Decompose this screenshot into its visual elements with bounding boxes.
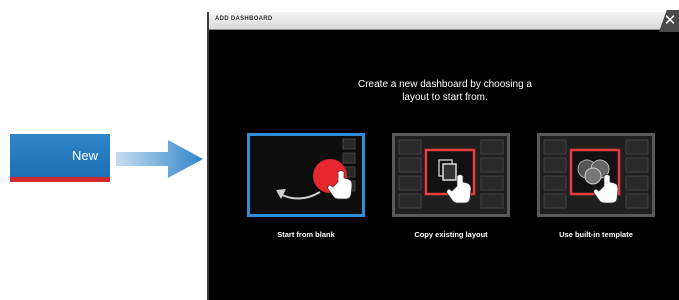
- new-button[interactable]: New: [10, 134, 110, 182]
- dialog-prompt: Create a new dashboard by choosing a lay…: [209, 78, 679, 104]
- prompt-line-1: Create a new dashboard by choosing a: [357, 79, 532, 90]
- dialog-title: ADD DASHBOARD: [215, 16, 273, 22]
- add-dashboard-dialog: ADD DASHBOARD ✕ Create a new dashboard b…: [207, 10, 679, 300]
- use-built-in-template-option[interactable]: [537, 133, 655, 217]
- new-button-label: New: [71, 148, 98, 163]
- dialog-titlebar: ADD DASHBOARD: [209, 12, 679, 30]
- copy-existing-layout-option[interactable]: [392, 133, 510, 217]
- start-from-blank-label: Start from blank: [277, 230, 335, 239]
- template-icon: [543, 139, 649, 209]
- use-built-in-template-label: Use built-in template: [559, 230, 633, 239]
- blank-dashboard-icon: [276, 138, 356, 200]
- prompt-line-2: layout to start from.: [402, 92, 488, 103]
- start-from-blank-option[interactable]: [247, 133, 365, 217]
- copy-layout-icon: [398, 139, 504, 209]
- copy-existing-layout-label: Copy existing layout: [414, 230, 488, 239]
